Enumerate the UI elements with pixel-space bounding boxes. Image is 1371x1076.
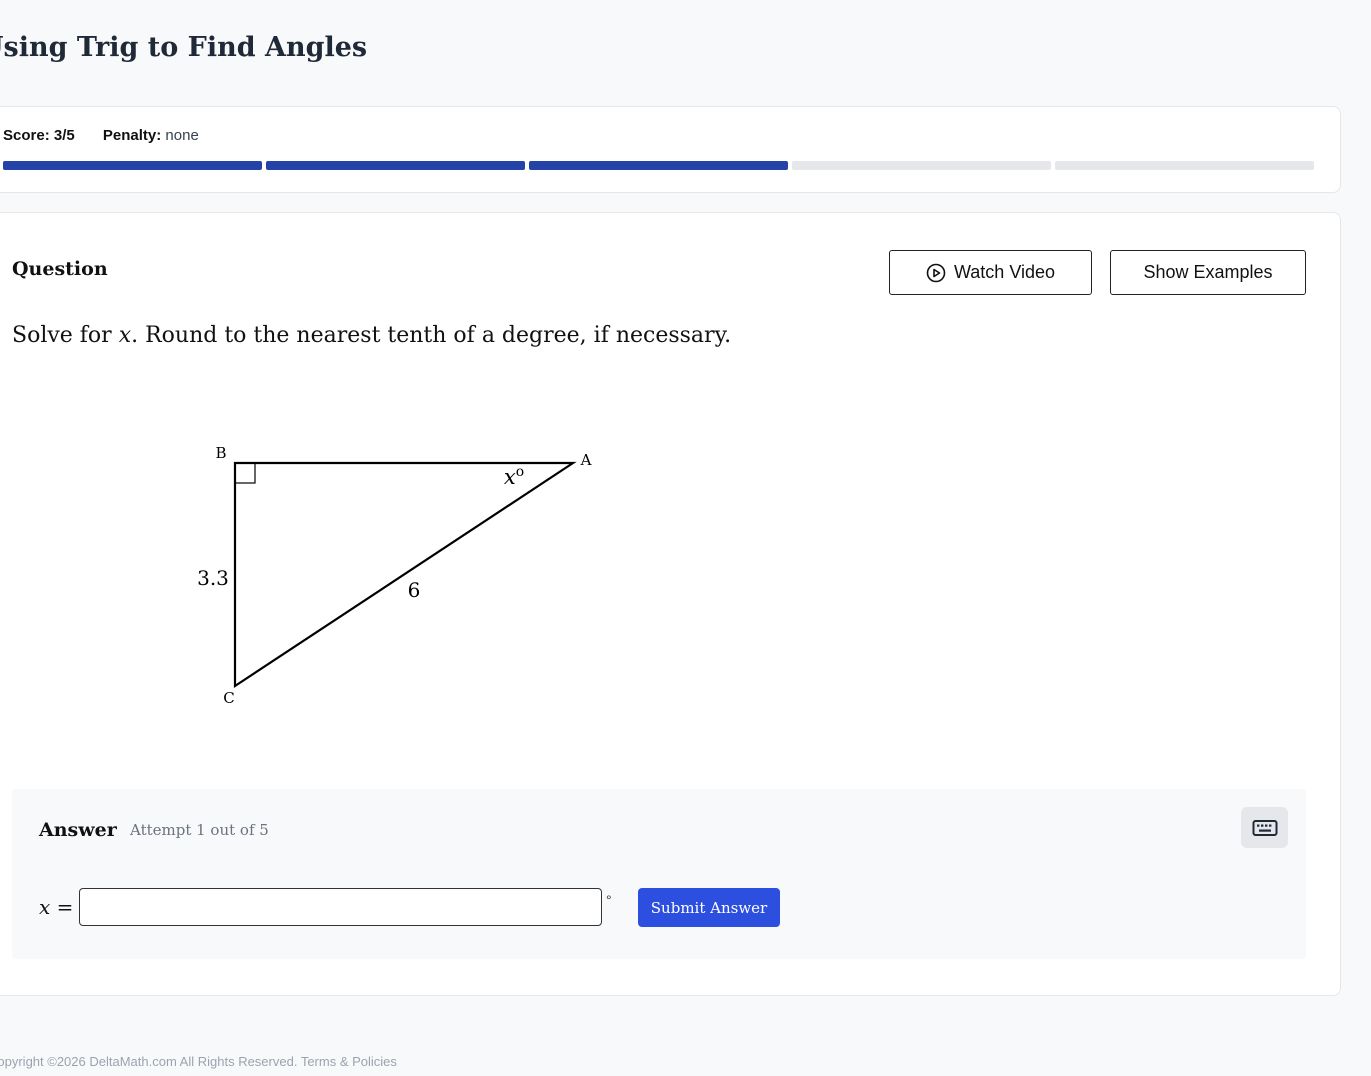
- answer-section: Answer Attempt 1 out of 5 x = ° Submit A…: [12, 789, 1306, 959]
- triangle: [233, 461, 577, 689]
- angle-variable: x: [504, 465, 516, 489]
- right-angle-marker: [234, 462, 256, 484]
- triangle-diagram: B A C 3.3 6 xo: [197, 444, 592, 707]
- progress-segment: [266, 161, 525, 170]
- answer-equation-label: x =: [39, 895, 73, 919]
- progress-segment: [529, 161, 788, 170]
- degree-symbol: °: [606, 892, 612, 908]
- vertex-label-b: B: [215, 444, 226, 462]
- watch-video-label: Watch Video: [953, 262, 1056, 282]
- keyboard-icon: [1252, 819, 1277, 836]
- side-length-ac: 6: [408, 578, 421, 602]
- submit-answer-button[interactable]: Submit Answer: [638, 888, 780, 927]
- progress-segment: [1055, 161, 1314, 170]
- side-length-bc: 3.3: [197, 566, 229, 590]
- answer-variable: x: [39, 895, 51, 919]
- vertex-label-a: A: [580, 451, 592, 469]
- show-examples-button[interactable]: Show Examples: [1110, 250, 1306, 295]
- page-title: Using Trig to Find Angles: [0, 32, 368, 63]
- progress-segment: [3, 161, 262, 170]
- answer-heading: Answer: [39, 819, 117, 841]
- vertex-label-c: C: [223, 689, 234, 707]
- progress-segment: [792, 161, 1051, 170]
- score-label: Score:: [3, 127, 50, 144]
- score-card: Score: 3/5 Penalty: none: [0, 106, 1341, 193]
- equals-sign: =: [56, 895, 74, 919]
- play-circle-icon: [926, 263, 946, 282]
- show-examples-label: Show Examples: [1143, 262, 1273, 282]
- keyboard-toggle-button[interactable]: [1241, 807, 1288, 848]
- penalty-value: none: [165, 127, 199, 144]
- answer-input[interactable]: [79, 888, 602, 926]
- score-value: 3/5: [53, 127, 75, 144]
- angle-degree-mark: o: [516, 464, 524, 480]
- progress-bar: [3, 161, 1314, 170]
- attempt-counter: Attempt 1 out of 5: [130, 821, 269, 839]
- angle-label-x: xo: [504, 464, 524, 489]
- footer-copyright: Copyright ©2026 DeltaMath.com All Rights…: [0, 1054, 397, 1069]
- score-line: Score: 3/5 Penalty: none: [3, 127, 199, 144]
- question-card: Question Watch Video Show Examples Solve…: [0, 212, 1341, 996]
- watch-video-button[interactable]: Watch Video: [889, 250, 1092, 295]
- penalty-label: Penalty:: [102, 127, 162, 144]
- penalty: Penalty: none: [103, 127, 199, 144]
